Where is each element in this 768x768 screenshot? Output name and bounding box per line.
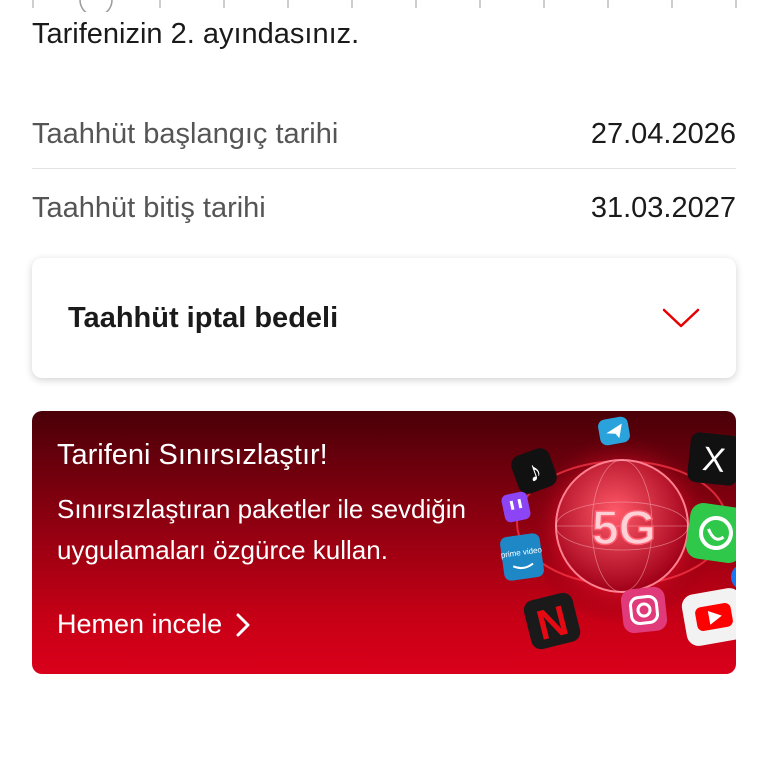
- messenger-icon: [731, 566, 736, 588]
- commitment-end-row: Taahhüt bitiş tarihi 31.03.2027: [32, 186, 736, 230]
- promo-title: Tarifeni Sınırsızlaştır!: [57, 439, 328, 471]
- chevron-down-icon[interactable]: [662, 307, 700, 329]
- commitment-start-label: Taahhüt başlangıç tarihi: [32, 117, 339, 150]
- cancellation-fee-accordion[interactable]: Taahhüt iptal bedeli: [32, 258, 736, 378]
- commitment-end-value: 31.03.2027: [590, 191, 736, 224]
- commitment-start-value: 27.04.2026: [590, 117, 736, 150]
- x-icon-label: X: [701, 440, 728, 480]
- progress-ticks: [32, 0, 737, 12]
- promo-banner[interactable]: Tarifeni Sınırsızlaştır! Sınırsızlaştıra…: [32, 411, 736, 674]
- promo-description: Sınırsızlaştıran paketler ile sevdiğin u…: [57, 494, 466, 565]
- commitment-start-row: Taahhüt başlangıç tarihi 27.04.2026: [32, 112, 736, 156]
- 5g-badge: 5G: [592, 502, 656, 555]
- commitment-end-label: Taahhüt bitiş tarihi: [32, 191, 266, 224]
- cancellation-fee-title: Taahhüt iptal bedeli: [68, 301, 339, 334]
- tariff-month-text: Tarifenizin 2. ayındasınız.: [32, 18, 360, 50]
- instagram-icon: [620, 586, 668, 634]
- x-icon: X: [687, 432, 736, 486]
- whatsapp-icon: [686, 503, 736, 563]
- promo-cta-link[interactable]: Hemen incele: [57, 609, 250, 640]
- divider: [32, 168, 736, 169]
- promo-cta-label: Hemen incele: [57, 609, 223, 639]
- 5g-apps-illustration: 5G ♪ X prime video N: [500, 416, 736, 650]
- prime-video-icon: prime video: [500, 533, 544, 581]
- telegram-icon: [598, 416, 630, 446]
- chevron-right-icon: [236, 613, 250, 636]
